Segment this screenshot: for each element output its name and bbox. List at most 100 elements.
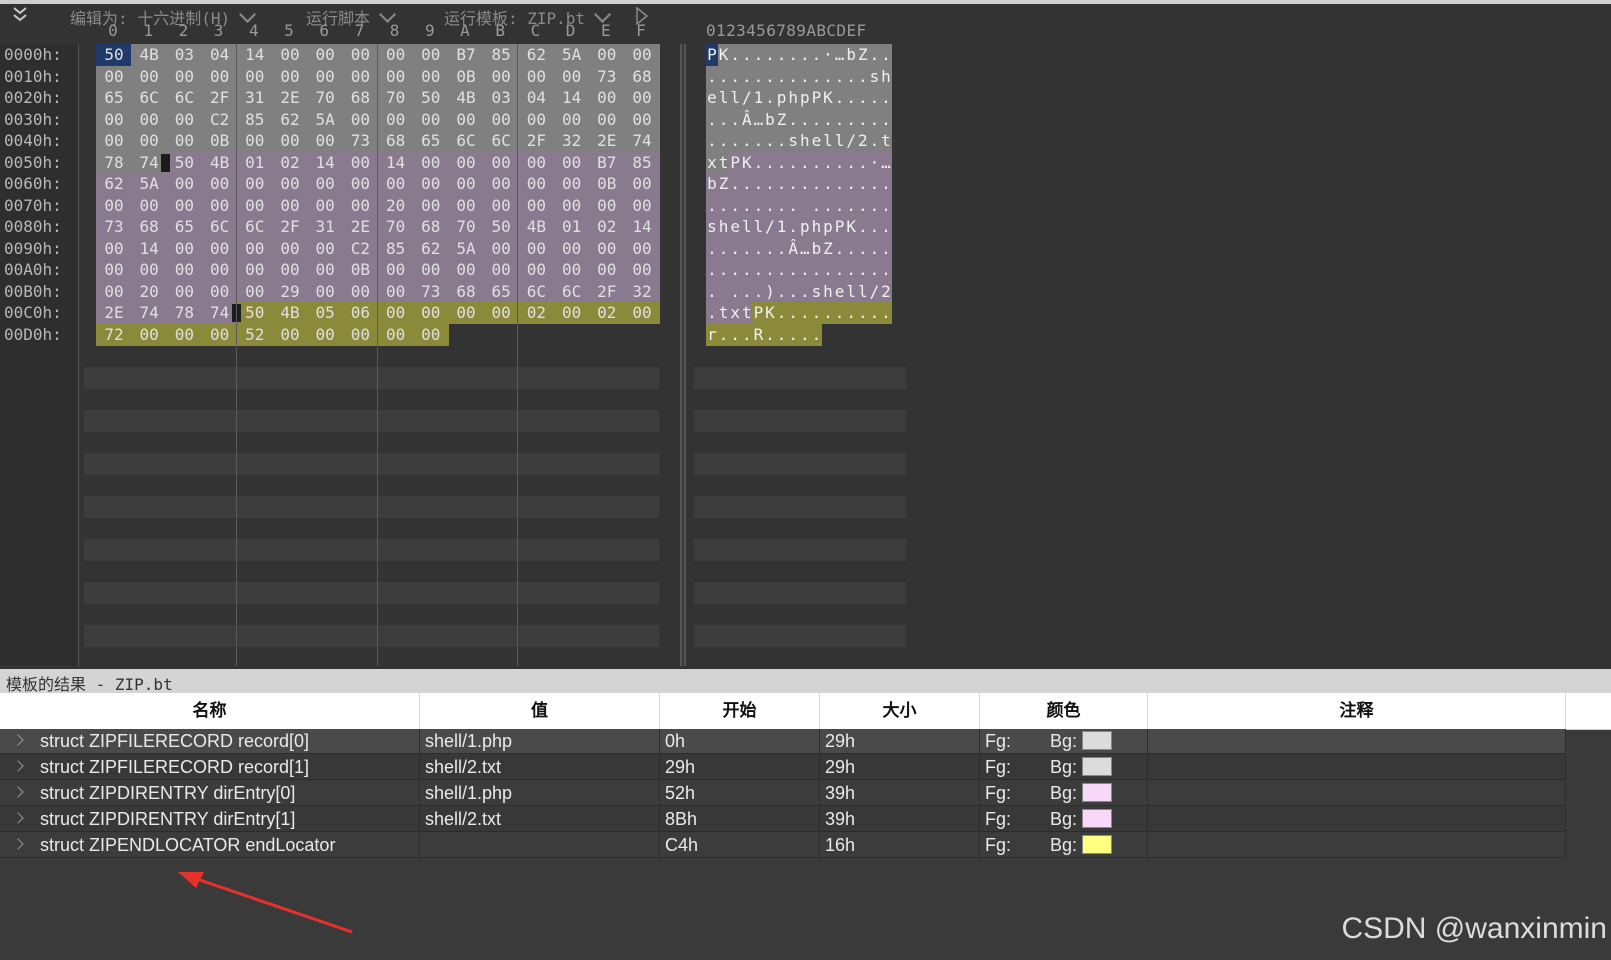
hex-byte[interactable]: 2E: [588, 130, 625, 152]
hex-byte[interactable]: 68: [377, 130, 414, 152]
hex-byte[interactable]: 00: [236, 237, 273, 260]
hex-byte[interactable]: C2: [201, 108, 238, 131]
hex-byte[interactable]: 00: [448, 194, 484, 217]
hex-byte[interactable]: 62: [518, 44, 555, 66]
expand-chevron-icon[interactable]: [12, 734, 24, 746]
hex-byte[interactable]: 00: [236, 194, 273, 217]
hex-byte[interactable]: 00: [342, 173, 379, 195]
hex-byte[interactable]: 00: [624, 194, 660, 217]
hex-byte[interactable]: 00: [412, 323, 449, 346]
hex-byte[interactable]: 00: [307, 237, 344, 260]
hex-byte[interactable]: 2F: [201, 87, 238, 109]
hex-byte[interactable]: C2: [342, 237, 379, 260]
hex-byte[interactable]: 00: [518, 151, 555, 174]
hex-byte[interactable]: 00: [236, 173, 273, 195]
hex-byte[interactable]: 00: [483, 108, 520, 131]
hex-byte[interactable]: 00: [166, 237, 203, 260]
hex-byte[interactable]: 85: [236, 108, 273, 131]
table-row[interactable]: struct ZIPFILERECORD record[1] shell/2.tx…: [0, 755, 1566, 780]
bg-color-swatch[interactable]: [1082, 835, 1112, 854]
hex-byte[interactable]: 6C: [483, 130, 520, 152]
hex-byte[interactable]: 00: [272, 237, 308, 260]
hex-byte[interactable]: 50: [96, 44, 132, 66]
hex-byte[interactable]: 00: [307, 65, 344, 88]
hex-byte[interactable]: 00: [96, 130, 132, 152]
hex-byte[interactable]: 00: [96, 65, 132, 88]
hex-byte[interactable]: 00: [96, 259, 132, 281]
hex-byte[interactable]: 00: [342, 65, 379, 88]
hex-byte[interactable]: 03: [483, 87, 520, 109]
hex-byte[interactable]: 00: [166, 259, 203, 281]
hex-byte[interactable]: 00: [201, 259, 238, 281]
hex-byte[interactable]: 00: [377, 302, 414, 324]
hex-byte[interactable]: 00: [588, 108, 625, 131]
hex-byte[interactable]: 31: [307, 216, 344, 238]
hex-byte[interactable]: 00: [272, 173, 308, 195]
hex-byte[interactable]: 00: [553, 65, 590, 88]
hex-byte[interactable]: 00: [518, 173, 555, 195]
hex-byte[interactable]: 00: [588, 44, 625, 66]
hex-byte[interactable]: 00: [553, 151, 590, 174]
hex-byte[interactable]: 00: [553, 108, 590, 131]
hex-byte[interactable]: 00: [553, 259, 590, 281]
hex-byte[interactable]: 00: [131, 259, 168, 281]
column-header[interactable]: 大小: [820, 693, 980, 729]
ascii-row[interactable]: ................: [690, 259, 910, 281]
hex-byte[interactable]: 00: [272, 130, 308, 152]
hex-byte[interactable]: 00: [624, 87, 660, 109]
hex-byte[interactable]: 0B: [588, 173, 625, 195]
hex-byte[interactable]: 00: [624, 302, 660, 324]
hex-byte[interactable]: 00: [201, 194, 238, 217]
hex-byte[interactable]: 00: [236, 130, 273, 152]
hex-byte[interactable]: 00: [166, 108, 203, 131]
hex-byte[interactable]: 00: [307, 280, 344, 303]
hex-byte[interactable]: 70: [307, 87, 344, 109]
hex-byte[interactable]: 00: [131, 65, 168, 88]
hex-byte[interactable]: 00: [624, 259, 660, 281]
panel-splitter[interactable]: [680, 44, 686, 666]
hex-byte[interactable]: 6C: [518, 280, 555, 303]
hex-byte[interactable]: 00: [377, 173, 414, 195]
collapse-icon[interactable]: [12, 6, 28, 24]
hex-byte[interactable]: 78: [96, 151, 132, 174]
hex-byte[interactable]: 00: [412, 44, 449, 66]
hex-byte[interactable]: 00: [131, 108, 168, 131]
hex-byte[interactable]: 4B: [518, 216, 555, 238]
hex-byte[interactable]: 00: [342, 194, 379, 217]
hex-byte[interactable]: 52: [236, 323, 273, 346]
hex-byte[interactable]: 00: [96, 237, 132, 260]
expand-chevron-icon[interactable]: [12, 786, 24, 798]
hex-byte[interactable]: 00: [131, 194, 168, 217]
hex-byte[interactable]: 00: [307, 194, 344, 217]
ascii-row[interactable]: x t P K.......... ·…: [690, 151, 910, 174]
ascii-row[interactable]: ....... s h e l l/2. t: [690, 130, 910, 152]
hex-byte[interactable]: 74: [624, 130, 660, 152]
hex-byte[interactable]: 00: [342, 44, 379, 66]
hex-byte[interactable]: 32: [624, 280, 660, 303]
hex-byte[interactable]: 01: [236, 151, 273, 174]
hex-byte[interactable]: 2E: [272, 87, 308, 109]
hex-byte[interactable]: 68: [412, 216, 449, 238]
ascii-panel[interactable]: P K........ ·… b Z................ s h e l l/1. p h…: [690, 44, 912, 666]
hex-byte[interactable]: 00: [377, 108, 414, 131]
hex-byte[interactable]: 65: [412, 130, 449, 152]
hex-byte[interactable]: 00: [518, 259, 555, 281]
column-header[interactable]: 颜色: [980, 693, 1148, 729]
hex-byte[interactable]: 2F: [272, 216, 308, 238]
hex-byte[interactable]: 0B: [342, 259, 379, 281]
hex-byte[interactable]: 00: [412, 302, 449, 324]
hex-byte[interactable]: 00: [377, 259, 414, 281]
hex-byte[interactable]: 00: [96, 280, 132, 303]
hex-byte[interactable]: 72: [96, 323, 132, 346]
hex-byte[interactable]: 00: [166, 323, 203, 346]
hex-byte[interactable]: 00: [201, 65, 238, 88]
hex-byte[interactable]: 00: [553, 302, 590, 324]
ascii-row[interactable]: P K........ ·… b Z..: [690, 44, 910, 66]
hex-byte[interactable]: 68: [624, 65, 660, 88]
hex-byte[interactable]: 02: [588, 302, 625, 324]
hex-byte[interactable]: 20: [377, 194, 414, 217]
hex-byte[interactable]: 70: [377, 87, 414, 109]
hex-byte[interactable]: 50: [166, 151, 203, 174]
column-header[interactable]: 名称: [0, 693, 420, 729]
hex-panel[interactable]: 50 4B 03 04 14 00 00 00 00 00 B7 85 62 5A 00 00 00 00 00 00…: [79, 44, 680, 666]
